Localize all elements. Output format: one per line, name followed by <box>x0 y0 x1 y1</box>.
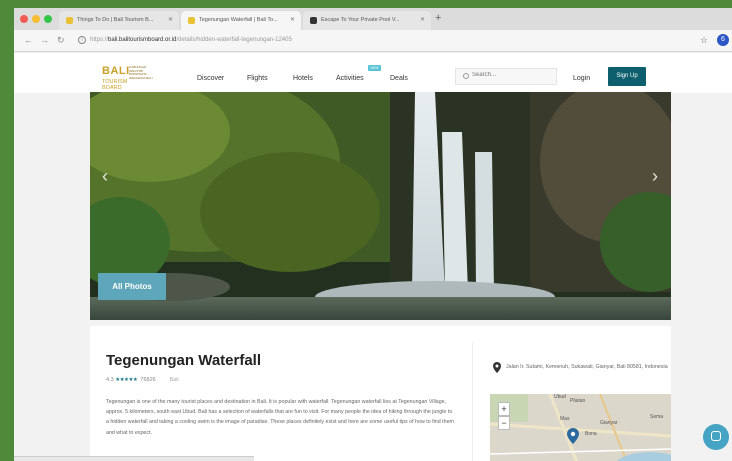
close-tab-icon[interactable]: ✕ <box>290 16 295 23</box>
profile-avatar[interactable]: 6 <box>717 34 729 46</box>
map-label: Mas <box>560 416 570 422</box>
tab-strip: Things To Do | Bali Tourism B... ✕ Tegen… <box>14 8 732 30</box>
favicon-icon <box>66 17 73 24</box>
listing-description: Tegenungan is one of the many tourist pl… <box>106 399 454 436</box>
tab-title: Escape To Your Private Pool V... <box>321 17 400 23</box>
logo-subtitle: TOURISM BOARD <box>102 79 128 91</box>
listing-address: Jalan Ir. Sutami, Kemenuh, Sukawati, Gia… <box>506 364 668 370</box>
review-count[interactable]: 76826 <box>140 377 155 383</box>
location-pin-icon <box>493 362 501 373</box>
map-label: Ubud <box>554 394 566 400</box>
map-marker-icon[interactable] <box>567 428 579 444</box>
tab-private-pool[interactable]: Escape To Your Private Pool V... ✕ <box>303 11 431 30</box>
map-label: Sema <box>650 414 664 420</box>
close-tab-icon[interactable]: ✕ <box>168 16 173 23</box>
favicon-icon <box>310 17 317 24</box>
nav-hotels[interactable]: Hotels <box>293 75 313 82</box>
map-tiles <box>490 394 671 461</box>
chat-icon <box>711 431 721 441</box>
logo-title: BALI <box>102 65 130 77</box>
nav-flights[interactable]: Flights <box>247 75 268 82</box>
nav-discover[interactable]: Discover <box>197 75 224 82</box>
map-label: Pliatan <box>570 398 586 404</box>
location-tag: Bali <box>169 377 179 383</box>
close-window-button[interactable] <box>20 15 28 23</box>
search-input[interactable] <box>472 72 552 78</box>
rating-stars-icon: ★★★★★ <box>115 377 138 383</box>
search-box[interactable] <box>455 68 557 85</box>
tab-title: Things To Do | Bali Tourism B... <box>77 17 154 23</box>
browser-window: Things To Do | Bali Tourism B... ✕ Tegen… <box>14 8 732 461</box>
back-icon[interactable]: ← <box>24 35 33 45</box>
listing-details: Tegenungan Waterfall 4.3 ★★★★★ 76826 Bal… <box>90 326 671 461</box>
chat-button[interactable] <box>703 424 729 450</box>
listing-title: Tegenungan Waterfall <box>106 352 262 369</box>
map-zoom-out-button[interactable]: − <box>498 416 510 430</box>
map-zoom-in-button[interactable]: + <box>498 402 510 416</box>
favicon-icon <box>188 17 195 24</box>
column-divider <box>472 342 473 461</box>
map-label: Gianyar <box>600 420 618 426</box>
new-badge: NEW <box>368 65 381 71</box>
site-header: BALI TOURISM BOARD GABUNGAN INDUSTRI PAR… <box>14 53 732 93</box>
minimize-window-button[interactable] <box>32 15 40 23</box>
address-bar-row: ← → ↻ i https://bali.balitourismboard.or… <box>14 30 732 52</box>
all-photos-button[interactable]: All Photos <box>98 273 166 300</box>
location-map[interactable]: Ubud Pliatan Gianyar Mas Bona Sema + − <box>490 394 671 461</box>
bookmark-star-icon[interactable]: ☆ <box>700 35 708 46</box>
login-link[interactable]: Login <box>573 75 590 82</box>
maximize-window-button[interactable] <box>44 15 52 23</box>
prev-photo-arrow[interactable]: ‹ <box>102 166 108 187</box>
url-text: https://bali.balitourismboard.or.id/deta… <box>90 37 292 43</box>
rating-score: 4.3 <box>106 377 114 383</box>
hero-gallery[interactable]: ‹ › All Photos <box>90 92 671 320</box>
close-tab-icon[interactable]: ✕ <box>420 16 425 23</box>
map-label: Bona <box>585 431 597 437</box>
nav-deals[interactable]: Deals <box>390 75 408 82</box>
reload-icon[interactable]: ↻ <box>57 35 65 46</box>
nav-activities[interactable]: Activities <box>336 75 364 82</box>
search-icon <box>463 73 469 79</box>
next-photo-arrow[interactable]: › <box>652 166 658 187</box>
tab-tegenungan[interactable]: Tegenungan Waterfall | Bali To... ✕ <box>181 11 301 30</box>
info-icon[interactable]: i <box>78 36 86 44</box>
url-bar[interactable]: i https://bali.balitourismboard.or.id/de… <box>78 34 698 48</box>
rating-row: 4.3 ★★★★★ 76826 Bali <box>106 377 179 383</box>
forward-icon[interactable]: → <box>40 35 49 45</box>
logo-organization: GABUNGAN INDUSTRI PARIWISATA INDONESIA B… <box>129 65 153 80</box>
new-tab-button[interactable]: + <box>435 12 441 24</box>
status-bar <box>14 456 254 461</box>
tab-things-to-do[interactable]: Things To Do | Bali Tourism B... ✕ <box>59 11 179 30</box>
tab-title: Tegenungan Waterfall | Bali To... <box>199 17 278 23</box>
waterfall-photo <box>90 92 671 320</box>
signup-button[interactable]: Sign Up <box>608 67 646 86</box>
